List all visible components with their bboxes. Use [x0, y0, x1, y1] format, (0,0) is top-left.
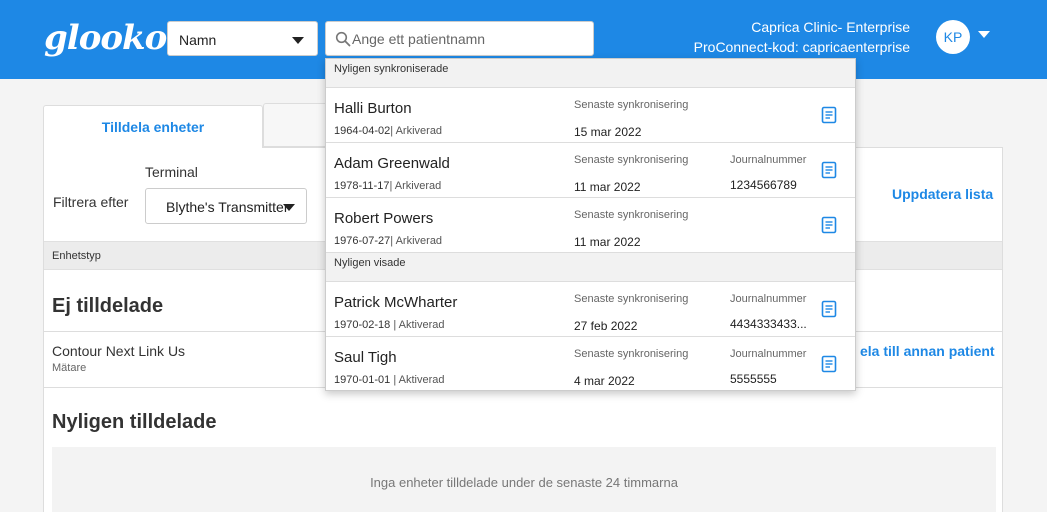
recently-synced-header: Nyligen synkroniserade [326, 59, 855, 88]
patient-dob: 1976-07-27| Arkiverad [334, 235, 443, 247]
assign-to-other-patient-link[interactable]: ela till annan patient [860, 343, 995, 359]
clinic-info: Caprica Clinic- Enterprise ProConnect-ko… [694, 17, 910, 57]
clinic-name: Caprica Clinic- Enterprise [751, 19, 910, 35]
last-sync-label: Senaste synkronisering [574, 99, 689, 111]
patient-status: | Arkiverad [390, 125, 443, 137]
patient-name: Robert Powers [334, 210, 434, 227]
search-icon [335, 31, 351, 47]
glooko-logo[interactable]: glooko [44, 18, 167, 58]
patient-name: Patrick McWharter [334, 294, 458, 311]
patient-status: | Arkiverad [389, 180, 442, 192]
patient-dob: 1970-02-18 | Aktiverad [334, 319, 445, 331]
device-name: Contour Next Link Us [52, 343, 186, 359]
proconnect-code: ProConnect-kod: capricaenterprise [693, 39, 910, 55]
last-sync-date: 27 feb 2022 [574, 319, 638, 333]
journal-number: 4434333433... [730, 317, 807, 331]
recently-viewed-label: Nyligen visade [334, 257, 406, 269]
patient-status: | Aktiverad [390, 374, 445, 386]
recently-assigned-heading: Nyligen tilldelade [52, 411, 217, 433]
user-menu-chevron-icon[interactable] [978, 31, 990, 38]
empty-message: Inga enheter tilldelade under de senaste… [370, 475, 678, 490]
patient-dob: 1978-11-17| Arkiverad [334, 180, 442, 192]
patient-row[interactable]: Halli Burton 1964-04-02| Arkiverad Senas… [326, 88, 855, 143]
terminal-value: Blythe's Transmitter [166, 199, 289, 215]
journal-label: Journalnummer [730, 293, 807, 305]
document-icon[interactable] [821, 106, 837, 124]
patient-name: Saul Tigh [334, 349, 397, 366]
patient-search-input[interactable] [352, 28, 587, 50]
last-sync-date: 11 mar 2022 [574, 235, 641, 249]
patient-row[interactable]: Patrick McWharter 1970-02-18 | Aktiverad… [326, 282, 855, 337]
last-sync-label: Senaste synkronisering [574, 293, 689, 305]
document-icon[interactable] [821, 216, 837, 234]
patient-row[interactable]: Adam Greenwald 1978-11-17| Arkiverad Sen… [326, 143, 855, 198]
chevron-down-icon [283, 204, 295, 211]
terminal-label: Terminal [145, 164, 198, 180]
user-avatar[interactable]: KP [936, 20, 970, 54]
patient-name: Halli Burton [334, 100, 412, 117]
last-sync-label: Senaste synkronisering [574, 348, 689, 360]
document-icon[interactable] [821, 355, 837, 373]
journal-number: 1234566789 [730, 178, 797, 192]
device-type-header-label: Enhetstyp [52, 250, 101, 262]
patient-row[interactable]: Saul Tigh 1970-01-01 | Aktiverad Senaste… [326, 337, 855, 392]
update-list-link[interactable]: Uppdatera lista [892, 186, 993, 202]
patient-dob: 1970-01-01 | Aktiverad [334, 374, 445, 386]
journal-number: 5555555 [730, 372, 777, 386]
document-icon[interactable] [821, 161, 837, 179]
last-sync-label: Senaste synkronisering [574, 209, 689, 221]
last-sync-date: 4 mar 2022 [574, 374, 635, 388]
patient-search-box[interactable] [325, 21, 594, 56]
search-type-value: Namn [179, 32, 217, 48]
tab-assign-devices[interactable]: Tilldela enheter [43, 105, 263, 148]
recently-viewed-header: Nyligen visade [326, 253, 855, 282]
filter-label: Filtrera efter [53, 194, 129, 210]
patient-status: | Aktiverad [390, 319, 445, 331]
last-sync-date: 15 mar 2022 [574, 125, 642, 139]
tab-secondary[interactable] [263, 103, 333, 147]
patient-status: | Arkiverad [390, 235, 443, 247]
patient-search-dropdown: Nyligen synkroniserade Halli Burton 1964… [325, 58, 856, 391]
empty-state: Inga enheter tilldelade under de senaste… [52, 447, 996, 512]
last-sync-date: 11 mar 2022 [574, 180, 641, 194]
journal-label: Journalnummer [730, 154, 807, 166]
device-type: Mätare [52, 362, 87, 374]
search-type-select[interactable]: Namn [167, 21, 318, 56]
unassigned-heading: Ej tilldelade [52, 295, 164, 317]
terminal-select[interactable]: Blythe's Transmitter [145, 188, 307, 224]
recently-synced-label: Nyligen synkroniserade [334, 63, 449, 75]
last-sync-label: Senaste synkronisering [574, 154, 689, 166]
patient-dob: 1964-04-02| Arkiverad [334, 125, 443, 137]
chevron-down-icon [292, 37, 304, 44]
patient-row[interactable]: Robert Powers 1976-07-27| Arkiverad Sena… [326, 198, 855, 253]
document-icon[interactable] [821, 300, 837, 318]
journal-label: Journalnummer [730, 348, 807, 360]
patient-name: Adam Greenwald [334, 155, 450, 172]
